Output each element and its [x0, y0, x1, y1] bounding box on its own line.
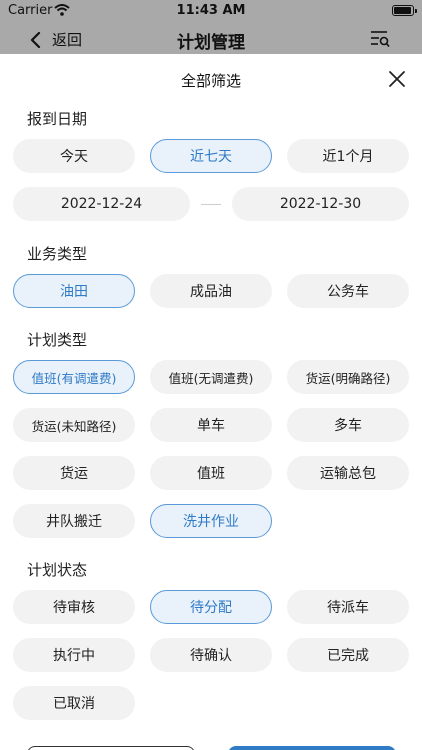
chip-today[interactable]: 今天 [13, 139, 135, 173]
filter-sheet: 全部筛选 报到日期 今天 近七天 近1个月 2022-12-24 2022-12… [0, 56, 422, 750]
start-date-field[interactable]: 2022-12-24 [13, 187, 190, 221]
chip-duty-without-fee[interactable]: 值班(无调遣费) [150, 360, 272, 394]
chip-duty-with-fee[interactable]: 值班(有调遣费) [13, 360, 135, 394]
nav-bar: 返回 计划管理 [0, 22, 422, 54]
chip-pending-confirmation[interactable]: 待确认 [150, 638, 272, 672]
chip-multi-vehicle[interactable]: 多车 [287, 408, 409, 442]
chip-oilfield[interactable]: 油田 [13, 274, 135, 308]
chip-freight-known-route[interactable]: 货运(明确路径) [287, 360, 409, 394]
chip-in-progress[interactable]: 执行中 [13, 638, 135, 672]
chip-completed[interactable]: 已完成 [287, 638, 409, 672]
reset-button[interactable] [27, 746, 195, 750]
end-date-field[interactable]: 2022-12-30 [232, 187, 409, 221]
close-icon[interactable] [388, 70, 406, 88]
status-time: 11:43 AM [176, 3, 246, 18]
chip-pending-dispatch[interactable]: 待派车 [287, 590, 409, 624]
chip-pending-review[interactable]: 待审核 [13, 590, 135, 624]
chip-single-vehicle[interactable]: 单车 [150, 408, 272, 442]
chip-pending-assignment[interactable]: 待分配 [150, 590, 272, 624]
chip-freight[interactable]: 货运 [13, 456, 135, 490]
chip-rig-relocation[interactable]: 井队搬迁 [13, 504, 135, 538]
chip-cancelled[interactable]: 已取消 [13, 686, 135, 720]
chip-well-washing[interactable]: 洗井作业 [150, 504, 272, 538]
chip-refined-oil[interactable]: 成品油 [150, 274, 272, 308]
chip-last-7-days[interactable]: 近七天 [150, 139, 272, 173]
chip-official-car[interactable]: 公务车 [287, 274, 409, 308]
chip-freight-unknown-route[interactable]: 货运(未知路径) [13, 408, 135, 442]
confirm-button[interactable] [228, 746, 396, 750]
filter-search-icon[interactable] [370, 30, 390, 48]
date-range-separator [201, 204, 221, 205]
sheet-title: 全部筛选 [180, 72, 241, 90]
report-date-label: 报到日期 [27, 110, 88, 128]
business-type-label: 业务类型 [27, 245, 88, 263]
chip-transport-contract[interactable]: 运输总包 [287, 456, 409, 490]
plan-status-label: 计划状态 [27, 561, 88, 579]
chip-last-month[interactable]: 近1个月 [287, 139, 409, 173]
page-title: 计划管理 [177, 33, 245, 53]
chip-duty[interactable]: 值班 [150, 456, 272, 490]
battery-icon [392, 5, 417, 16]
plan-type-label: 计划类型 [27, 331, 88, 349]
status-bar: Carrier 11:43 AM [0, 0, 422, 22]
